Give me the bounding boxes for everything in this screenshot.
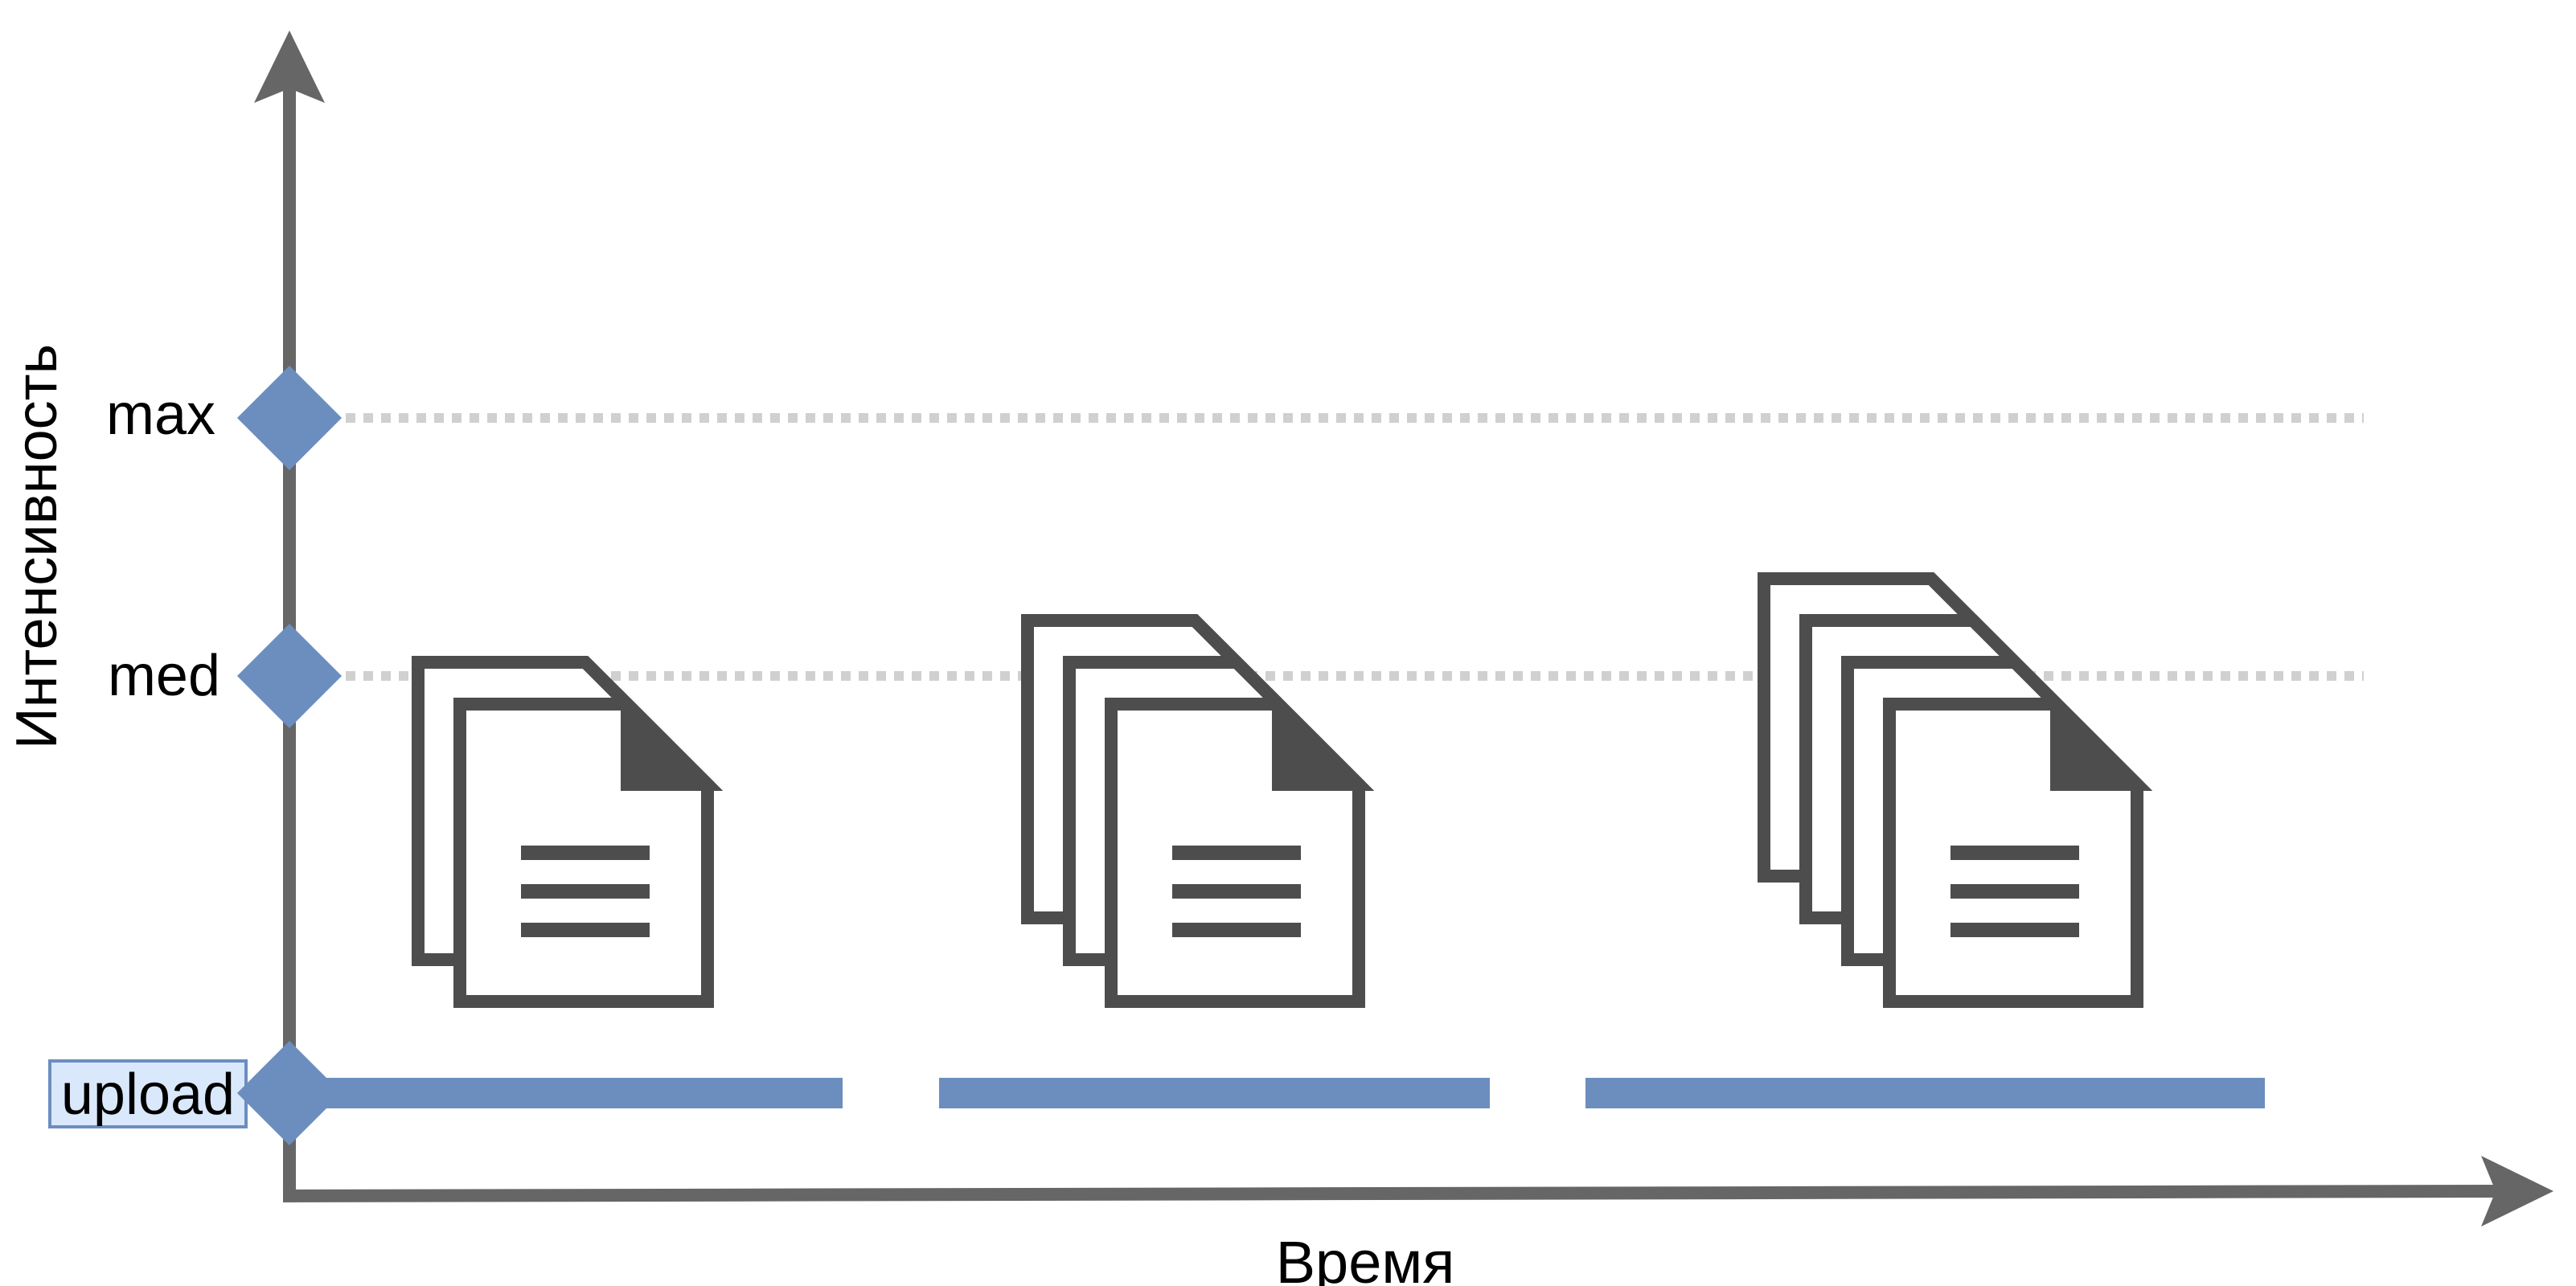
x-axis-label: Время [1276,1229,1455,1286]
max-level-label: max [106,383,215,447]
med-level-label: med [108,644,220,708]
intensity-time-diagram: max med upload Интенсивность Время [5,31,2553,1286]
document-text-line [1950,884,2079,899]
document-text-line [521,846,650,860]
document-page-icon [453,688,724,1008]
document-page-icon [1105,688,1375,1008]
upload-bar-2 [939,1078,1490,1108]
max-marker-diamond [236,365,343,471]
x-axis-line [282,1185,2501,1202]
document-stack-icon [412,656,724,1008]
document-page-icon [1883,688,2153,1008]
upload-marker-diamond [236,1040,343,1146]
document-stack-icon [1758,572,2153,1008]
y-axis-label: Интенсивность [5,344,69,749]
upload-bar-3 [1585,1078,2265,1108]
document-text-line [1172,884,1301,899]
med-marker-diamond [236,623,343,729]
document-text-line [1172,923,1301,937]
document-text-line [1172,846,1301,860]
upload-level-label: upload [61,1063,235,1127]
document-text-line [1950,923,2079,937]
document-text-line [521,923,650,937]
document-text-line [1950,846,2079,860]
document-text-line [521,884,650,899]
upload-bar-1 [289,1078,843,1108]
